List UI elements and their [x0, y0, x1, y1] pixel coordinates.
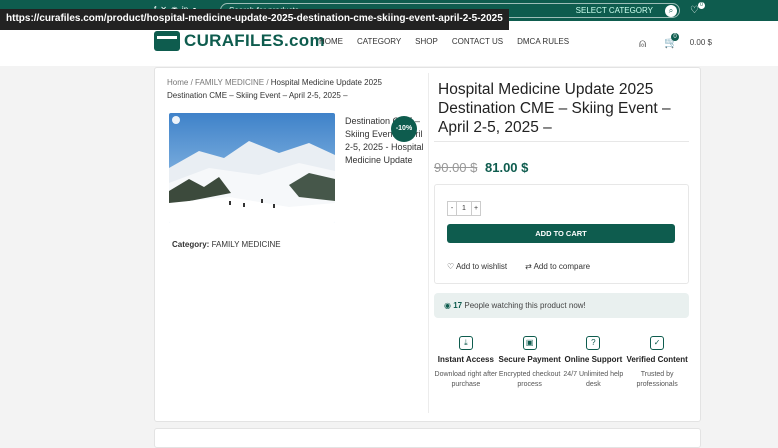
heart-icon: ♡ — [447, 262, 456, 271]
product-actions: ♡ Add to wishlist ⇄ Add to compare — [447, 262, 590, 271]
feature-online-support: ? Online Support 24/7 Unlimited help des… — [562, 336, 626, 390]
category-link[interactable]: FAMILY MEDICINE — [212, 240, 281, 249]
old-price: 90.00 $ — [434, 160, 478, 175]
qty-input[interactable]: 1 — [457, 201, 471, 216]
watching-notice: ◉ 17 People watching this product now! — [434, 293, 689, 318]
site-logo[interactable]: CURAFILES.com — [154, 31, 325, 51]
user-icon[interactable]: ⍝ — [639, 36, 646, 51]
url-tooltip: https://curafiles.com/product/hospital-m… — [0, 9, 509, 30]
product-title: Hospital Medicine Update 2025 Destinatio… — [438, 81, 671, 136]
support-icon: ? — [586, 336, 601, 350]
column-divider — [428, 73, 429, 413]
nav-contact[interactable]: CONTACT US — [452, 37, 503, 46]
feature-list: ⤓ Instant Access Download right after pu… — [434, 336, 689, 390]
qty-plus-button[interactable]: + — [471, 201, 481, 216]
add-to-compare-link[interactable]: ⇄ Add to compare — [525, 262, 590, 271]
cart-total: 0.00 $ — [689, 38, 712, 47]
feature-instant-access: ⤓ Instant Access Download right after pu… — [434, 336, 498, 390]
sale-price: 81.00 $ — [485, 160, 529, 175]
cart-count-badge: 0 — [671, 33, 679, 41]
ski-slope-image — [169, 113, 335, 223]
feature-title: Verified Content — [626, 355, 688, 364]
discount-badge: -10% — [391, 116, 417, 142]
product-category: Category: FAMILY MEDICINE — [172, 240, 281, 249]
feature-title: Online Support — [564, 355, 623, 364]
breadcrumb-category[interactable]: FAMILY MEDICINE — [195, 78, 264, 87]
search-icon[interactable]: ⌕ — [665, 5, 677, 17]
add-to-wishlist-link[interactable]: ♡ Add to wishlist — [447, 262, 507, 271]
wallet-icon: ▣ — [522, 336, 537, 350]
qty-minus-button[interactable]: - — [447, 201, 457, 216]
product-price: 90.00 $ 81.00 $ — [434, 160, 528, 175]
shuffle-icon: ⇄ — [525, 262, 534, 271]
lower-section — [154, 428, 701, 448]
wishlist-top[interactable]: ♡ 0 — [690, 2, 705, 16]
nav-shop[interactable]: SHOP — [415, 37, 438, 46]
graduation-cap-icon — [154, 31, 180, 51]
nav-home[interactable]: HOME — [319, 37, 343, 46]
nav-category[interactable]: CATEGORY — [357, 37, 401, 46]
wishlist-count-badge: 0 — [698, 2, 705, 9]
zoom-icon[interactable] — [172, 116, 180, 124]
feature-desc: 24/7 Unlimited help desk — [563, 371, 624, 388]
main-nav: HOME CATEGORY SHOP CONTACT US DMCA RULES — [319, 37, 569, 46]
logo-text: CURAFILES.com — [184, 31, 325, 50]
search-category-select[interactable]: SELECT CATEGORY — [576, 6, 653, 15]
category-label: Category: — [172, 240, 210, 249]
feature-desc: Encrypted checkout process — [498, 371, 561, 388]
feature-desc: Trusted by professionals — [636, 371, 678, 388]
download-icon: ⤓ — [458, 336, 473, 350]
feature-title: Instant Access — [437, 355, 494, 364]
cart-button[interactable]: 🛒 0 0.00 $ — [664, 33, 712, 49]
breadcrumb-home[interactable]: Home — [167, 78, 188, 87]
quantity-stepper: - 1 + — [447, 201, 481, 216]
title-divider — [434, 141, 689, 142]
add-to-cart-button[interactable]: ADD TO CART — [447, 224, 675, 243]
feature-desc: Download right after purchase — [434, 371, 498, 388]
watch-text: People watching this product now! — [464, 301, 586, 310]
purchase-box: - 1 + ADD TO CART ♡ Add to wishlist ⇄ Ad… — [434, 184, 689, 284]
badge-icon: ✓ — [650, 336, 665, 350]
eye-icon: ◉ — [444, 301, 451, 310]
nav-dmca[interactable]: DMCA RULES — [517, 37, 569, 46]
product-image[interactable] — [169, 113, 335, 223]
product-card: Home / FAMILY MEDICINE / Hospital Medici… — [154, 67, 701, 422]
feature-title: Secure Payment — [498, 355, 561, 364]
feature-verified-content: ✓ Verified Content Trusted by profession… — [625, 336, 689, 390]
breadcrumb: Home / FAMILY MEDICINE / Hospital Medici… — [167, 78, 382, 100]
watch-count: 17 — [453, 301, 463, 310]
feature-secure-payment: ▣ Secure Payment Encrypted checkout proc… — [498, 336, 562, 390]
